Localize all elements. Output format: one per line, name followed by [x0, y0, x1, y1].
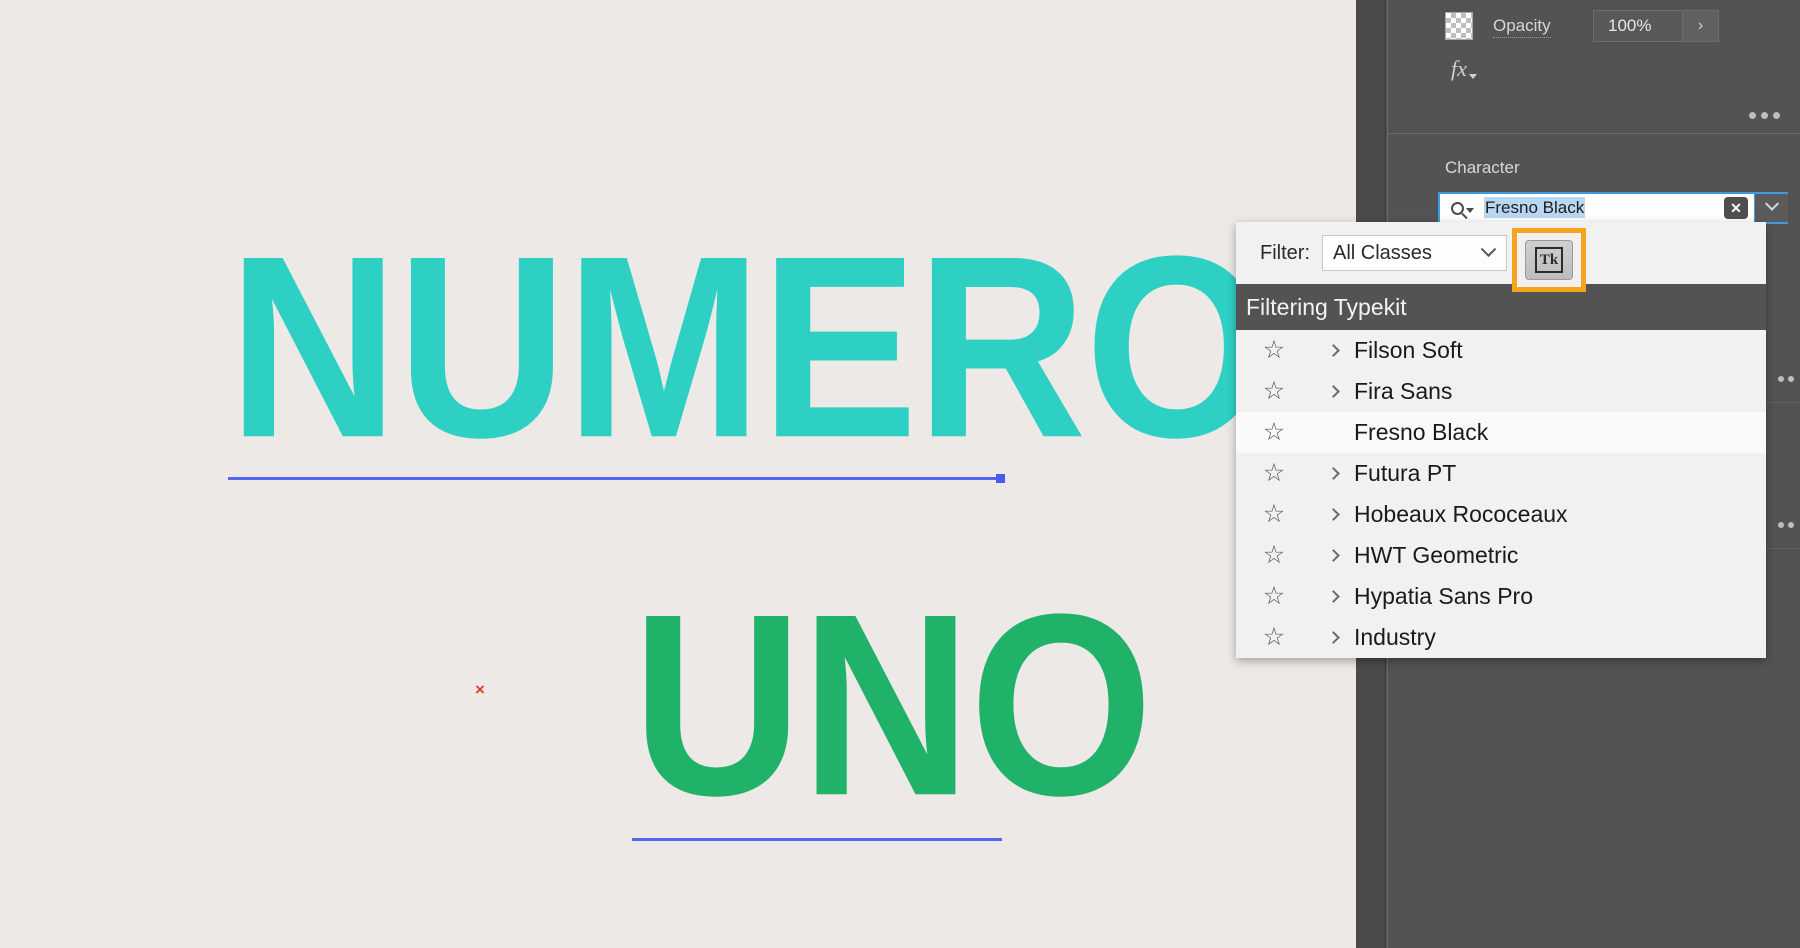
- font-family-name: Industry: [1354, 624, 1436, 650]
- filter-class-select[interactable]: All Classes: [1322, 235, 1507, 271]
- canvas-text-numero[interactable]: NUMERO: [228, 217, 1269, 476]
- canvas-text-uno[interactable]: UNO: [632, 575, 1153, 834]
- chevron-right-icon[interactable]: [1312, 549, 1354, 562]
- text-baseline-numero: [228, 477, 1000, 480]
- font-list-item[interactable]: ☆ Fresno Black: [1236, 412, 1766, 453]
- filter-class-value: All Classes: [1333, 241, 1432, 264]
- photoshop-window: NUMERO UNO × Opacity 100% › fx Character…: [0, 0, 1800, 948]
- font-list-item[interactable]: ☆ HWT Geometric: [1236, 535, 1766, 576]
- typekit-icon: Tk: [1535, 247, 1563, 273]
- cursor-crosshair-marker: ×: [475, 680, 485, 699]
- filter-toolbar: Filter: All Classes: [1236, 222, 1766, 284]
- text-baseline-uno: [632, 838, 1002, 841]
- font-filter-popup: Filter: All Classes Filtering Typekit ☆ F…: [1236, 222, 1766, 658]
- font-family-name: Hobeaux Rococeaux: [1354, 501, 1568, 527]
- opacity-row: Opacity 100% ›: [1388, 0, 1800, 52]
- transparency-checker-icon: [1445, 12, 1473, 40]
- font-list-item[interactable]: ☆ Fira Sans: [1236, 371, 1766, 412]
- favorite-star-icon[interactable]: ☆: [1236, 461, 1312, 486]
- favorite-star-icon[interactable]: ☆: [1236, 338, 1312, 363]
- panel-grip-dots[interactable]: [1778, 522, 1794, 528]
- panel-divider: [1388, 133, 1800, 134]
- opacity-field[interactable]: 100% ›: [1593, 10, 1719, 42]
- typekit-filter-button[interactable]: Tk: [1525, 240, 1573, 280]
- font-list-item[interactable]: ☆ Futura PT: [1236, 453, 1766, 494]
- search-caret-icon: [1465, 207, 1474, 213]
- typekit-filter-highlight: Tk: [1512, 228, 1586, 292]
- opacity-value[interactable]: 100%: [1594, 11, 1682, 41]
- font-list-item[interactable]: ☆ Industry: [1236, 617, 1766, 658]
- panel-overflow-menu-icon[interactable]: [1749, 112, 1780, 119]
- document-canvas[interactable]: NUMERO UNO ×: [0, 0, 1356, 948]
- font-dropdown-toggle-icon[interactable]: [1754, 194, 1788, 222]
- font-list-item[interactable]: ☆ Hobeaux Rococeaux: [1236, 494, 1766, 535]
- filtering-status-header: Filtering Typekit: [1236, 284, 1766, 330]
- font-family-name: Filson Soft: [1354, 337, 1463, 363]
- font-family-name: Fresno Black: [1354, 419, 1489, 445]
- favorite-star-icon[interactable]: ☆: [1236, 584, 1312, 609]
- chevron-right-icon[interactable]: [1312, 385, 1354, 398]
- fx-effects-icon[interactable]: fx: [1451, 56, 1477, 82]
- filter-label: Filter:: [1260, 241, 1310, 264]
- chevron-right-icon[interactable]: [1312, 344, 1354, 357]
- text-baseline-handle[interactable]: [996, 474, 1005, 483]
- font-family-name: Fira Sans: [1354, 378, 1453, 404]
- character-section-label: Character: [1445, 158, 1520, 177]
- chevron-down-icon: [1480, 240, 1497, 257]
- font-list-item[interactable]: ☆ Hypatia Sans Pro: [1236, 576, 1766, 617]
- font-list-item[interactable]: ☆ Filson Soft: [1236, 330, 1766, 371]
- panel-grip-dots[interactable]: [1778, 376, 1794, 382]
- opacity-stepper-icon[interactable]: ›: [1682, 11, 1718, 41]
- font-search-field[interactable]: Fresno Black ✕: [1438, 192, 1788, 224]
- favorite-star-icon[interactable]: ☆: [1236, 420, 1312, 445]
- search-icon[interactable]: [1440, 194, 1474, 222]
- opacity-label: Opacity: [1493, 16, 1551, 38]
- chevron-right-icon[interactable]: [1312, 508, 1354, 521]
- chevron-right-icon[interactable]: [1312, 631, 1354, 644]
- font-search-value[interactable]: Fresno Black: [1474, 197, 1724, 218]
- font-search-selected-text: Fresno Black: [1484, 197, 1586, 218]
- font-family-name: HWT Geometric: [1354, 542, 1519, 568]
- favorite-star-icon[interactable]: ☆: [1236, 625, 1312, 650]
- font-list[interactable]: ☆ Filson Soft ☆ Fira Sans ☆ Fresno Black ☆ Futu…: [1236, 330, 1766, 658]
- font-family-name: Hypatia Sans Pro: [1354, 583, 1533, 609]
- favorite-star-icon[interactable]: ☆: [1236, 502, 1312, 527]
- font-family-name: Futura PT: [1354, 460, 1457, 486]
- favorite-star-icon[interactable]: ☆: [1236, 379, 1312, 404]
- favorite-star-icon[interactable]: ☆: [1236, 543, 1312, 568]
- chevron-right-icon[interactable]: [1312, 467, 1354, 480]
- clear-search-icon[interactable]: ✕: [1724, 197, 1748, 219]
- chevron-right-icon[interactable]: [1312, 590, 1354, 603]
